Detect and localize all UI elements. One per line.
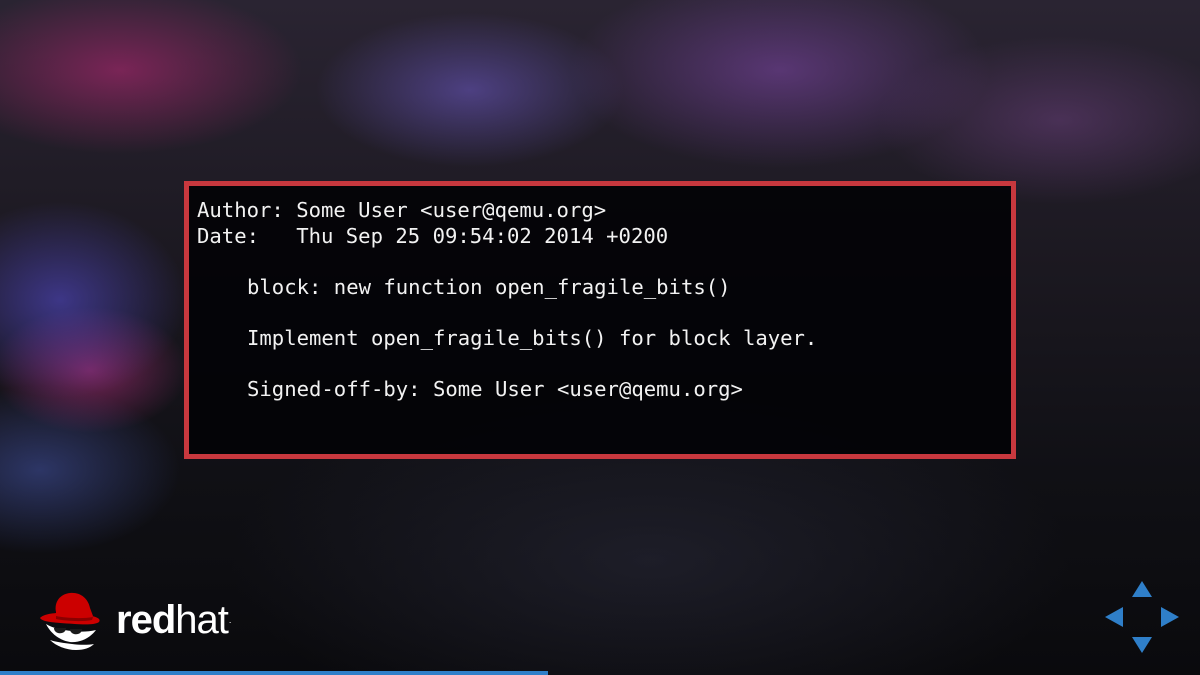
commit-body-line: Implement open_fragile_bits() for block … bbox=[247, 325, 818, 350]
arrow-left-icon[interactable] bbox=[1105, 607, 1123, 627]
slide-navigation-controls bbox=[1105, 581, 1179, 653]
commit-date-line: Date: Thu Sep 25 09:54:02 2014 +0200 bbox=[197, 223, 669, 248]
trademark-mark: . bbox=[228, 615, 231, 625]
slide-progress-bar bbox=[0, 671, 549, 675]
arrow-up-icon[interactable] bbox=[1132, 581, 1152, 597]
arrow-right-icon[interactable] bbox=[1161, 607, 1179, 627]
redhat-shadowman-icon bbox=[40, 592, 100, 650]
commit-signoff-line: Signed-off-by: Some User <user@qemu.org> bbox=[247, 376, 743, 401]
commit-author-line: Author: Some User <user@qemu.org> bbox=[197, 198, 607, 222]
redhat-logo: redhat. bbox=[36, 588, 256, 652]
git-log-terminal-panel: Author: Some User <user@qemu.org> Date: … bbox=[184, 181, 1016, 459]
presentation-slide: Author: Some User <user@qemu.org> Date: … bbox=[0, 0, 1200, 675]
commit-subject-line: block: new function open_fragile_bits() bbox=[247, 274, 731, 299]
wordmark-red: red bbox=[116, 598, 176, 642]
wordmark-hat: hat bbox=[175, 598, 229, 642]
arrow-down-icon[interactable] bbox=[1132, 637, 1152, 653]
redhat-wordmark: redhat. bbox=[116, 596, 231, 644]
